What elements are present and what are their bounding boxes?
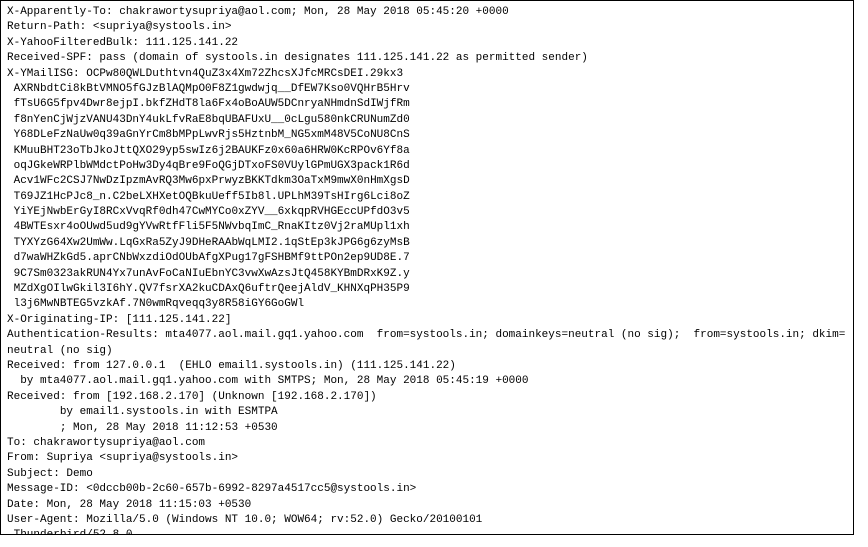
header-received-2-cont1: by email1.systools.in with ESMTPA — [7, 405, 847, 420]
header-x-ymailisg-line: KMuuBHT23oTbJkoJttQXO29yp5swIz6j2BAUKFz0… — [7, 144, 847, 159]
header-x-ymailisg-line: YiYEjNwbErGyI8RCxVvqRf0dh47CwMYCo0xZYV__… — [7, 205, 847, 220]
header-message-id: Message-ID: <0dccb00b-2c60-657b-6992-829… — [7, 482, 847, 497]
header-x-ymailisg-line: Y68DLeFzNaUw0q39aGnYrCm8bMPpLwvRjs5Hztnb… — [7, 128, 847, 143]
header-date: Date: Mon, 28 May 2018 11:15:03 +0530 — [7, 498, 847, 513]
header-x-ymailisg-line: fTsU6G5fpv4Dwr8ejpI.bkfZHdT8la6Fx4oBoAUW… — [7, 97, 847, 112]
header-received-2: Received: from [192.168.2.170] (Unknown … — [7, 390, 847, 405]
header-x-originating-ip: X-Originating-IP: [111.125.141.22] — [7, 313, 847, 328]
header-x-ymailisg-line: T69JZ1HcPJc8_n.C2beLXHXetOQBkuUeff5Ib8l.… — [7, 190, 847, 205]
header-received-2-cont2: ; Mon, 28 May 2018 11:12:53 +0530 — [7, 421, 847, 436]
header-x-ymailisg-line: l3j6MwNBTEG5vzkAf.7N0wmRqveqq3y8R58iGY6G… — [7, 297, 847, 312]
header-received-1: Received: from 127.0.0.1 (EHLO email1.sy… — [7, 359, 847, 374]
header-x-yahoofilteredbulk: X-YahooFilteredBulk: 111.125.141.22 — [7, 36, 847, 51]
header-x-ymailisg-line: 9C7Sm0323akRUN4Yx7unAvFoCaNIuEbnYC3vwXwA… — [7, 267, 847, 282]
header-received-1-cont: by mta4077.aol.mail.gq1.yahoo.com with S… — [7, 374, 847, 389]
header-x-ymailisg-line: Acv1WFc2CSJ7NwDzIpzmAvRQ3Mw6pxPrwyzBKKTd… — [7, 174, 847, 189]
header-user-agent-cont: Thunderbird/52.8.0 — [7, 528, 847, 535]
header-x-ymailisg-line: AXRNbdtCi8kBtVMNO5fGJzBlAQMpO0F8Z1gwdwjq… — [7, 82, 847, 97]
header-subject: Subject: Demo — [7, 467, 847, 482]
header-x-ymailisg-line: 4BWTEsxr4oOUwd5ud9gYVwRtfFli5F5NWvbqImC_… — [7, 220, 847, 235]
header-return-path: Return-Path: <supriya@systools.in> — [7, 20, 847, 35]
header-from: From: Supriya <supriya@systools.in> — [7, 451, 847, 466]
header-authentication-results: Authentication-Results: mta4077.aol.mail… — [7, 328, 847, 359]
email-raw-source: X-Apparently-To: chakrawortysupriya@aol.… — [0, 0, 854, 535]
header-x-apparently-to: X-Apparently-To: chakrawortysupriya@aol.… — [7, 5, 847, 20]
header-x-ymailisg-line: MZdXgOIlwGkil3I6hY.QV7fsrXA2kuCDAxQ6uftr… — [7, 282, 847, 297]
header-to: To: chakrawortysupriya@aol.com — [7, 436, 847, 451]
header-x-ymailisg-line: oqJGkeWRPlbWMdctPoHw3Dy4qBre9FoQGjDTxoFS… — [7, 159, 847, 174]
header-user-agent: User-Agent: Mozilla/5.0 (Windows NT 10.0… — [7, 513, 847, 528]
header-x-ymailisg-line: f8nYenCjWjzVANU43DnY4ukLfvRaE8bqUBAFUxU_… — [7, 113, 847, 128]
header-received-spf: Received-SPF: pass (domain of systools.i… — [7, 51, 847, 66]
header-x-ymailisg-line: TYXYzG64Xw2UmWw.LqGxRa5ZyJ9DHeRAAbWqLMI2… — [7, 236, 847, 251]
header-x-ymailisg: X-YMailISG: OCPw80QWLDuthtvn4QuZ3x4Xm72Z… — [7, 67, 847, 82]
header-x-ymailisg-line: d7waWHZkGd5.aprCNbWxzdiOdOUbAfgXPug17gFS… — [7, 251, 847, 266]
